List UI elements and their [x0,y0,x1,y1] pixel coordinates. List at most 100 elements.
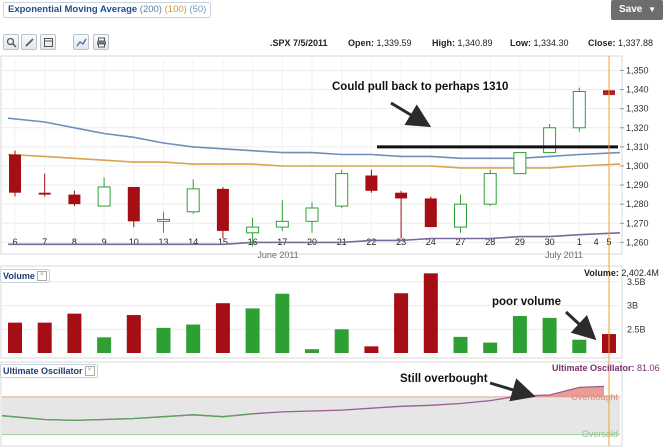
ema-line-1 [7,153,621,169]
price-y-tick-label: 1,340 [626,85,649,95]
price-x-tick-label: 9 [102,237,107,247]
candle-body [603,90,615,94]
price-x-tick-label: 4 [594,237,599,247]
candle-body [335,173,349,207]
ema-indicator-label: Exponential Moving Average [8,4,138,15]
price-y-tick-label: 1,280 [626,199,649,209]
overbought-fill [500,386,604,397]
volume-panel-frame [0,265,623,359]
price-y-tick-label: 1,300 [626,161,649,171]
ema-indicator-tab[interactable]: Exponential Moving Average (200) (100) (… [3,2,212,18]
price-x-tick-label: 21 [337,237,347,247]
candle-body [572,90,586,129]
price-y-tick-label: 1,260 [626,237,649,247]
chart-type-button[interactable] [73,34,89,50]
zoom-button[interactable] [3,34,19,50]
close-icon[interactable]: × [84,366,95,376]
price-x-tick-label: 13 [158,237,168,247]
volume-bar [483,342,498,353]
volume-bar [97,337,112,353]
price-x-tick-label: 29 [515,237,525,247]
volume-bar [8,322,22,353]
price-x-tick-label: 30 [545,237,555,247]
fullscreen-button[interactable] [40,34,56,50]
month-label-july: July 2011 [545,250,583,260]
oversold-label: Oversold [582,429,618,439]
price-y-tick-label: 1,310 [626,142,649,152]
price-x-tick-label: 5 [606,237,611,247]
open-quote: Open: 1,339.59 [348,38,412,48]
annotation-arrow-oscillator [489,378,536,402]
candle-body [395,192,408,199]
ema-line-0 [7,117,621,160]
symbol-date: .SPX 7/5/2011 [270,38,328,48]
ultimate-oscillator-line [1,385,605,422]
volume-y-tick-label: 3B [627,301,638,311]
volume-bar [67,313,82,353]
pencil-icon [25,38,34,47]
top-bar: Exponential Moving Average (200) (100) (… [0,0,666,28]
oscillator-panel-label[interactable]: Ultimate Oscillator × [0,364,98,378]
annotation-pullback: Could pull back to perhaps 1310 [332,81,508,93]
candle-body [454,203,467,228]
price-x-tick-label: 10 [129,237,139,247]
neutral-band [2,396,620,435]
price-x-tick-label: 23 [396,237,406,247]
candle-body [9,154,21,193]
overbought-label: Overbought [571,392,619,402]
candle-body [97,186,111,207]
candle-body [275,220,289,228]
volume-bar [156,327,171,353]
volume-bar [602,334,616,353]
draw-line-button[interactable] [21,34,37,50]
candle-body [543,127,557,154]
volume-bar [423,273,438,353]
candle-body [513,152,527,175]
price-x-tick-label: 27 [455,237,465,247]
ema-line-2 [8,232,621,246]
price-x-tick-label: 1 [577,237,582,247]
price-x-tick-label: 8 [72,237,77,247]
save-button[interactable]: Save ▼ [611,0,663,20]
candle-body [68,194,81,205]
volume-bar [275,293,290,353]
close-quote: Close: 1,337.88 [588,38,654,48]
volume-bar [572,339,587,353]
price-x-tick-label: 7 [42,237,47,247]
price-x-tick-label: 17 [277,237,287,247]
ema-period-100: (100) [164,4,187,15]
print-button[interactable] [93,34,109,50]
annotation-still-overbought: Still overbought [400,373,488,385]
price-x-tick-label: 6 [12,237,17,247]
ema-period-200: (200) [139,4,162,15]
volume-readout: Volume: 2,402.4M [584,268,659,278]
volume-y-tick-label: 2.5B [627,324,646,334]
volume-panel-label[interactable]: Volume × [0,269,50,283]
volume-bar [245,308,260,353]
volume-bar [334,329,349,353]
price-x-tick-label: 20 [307,237,317,247]
candle-body [127,186,140,222]
price-x-tick-label: 16 [248,237,258,247]
volume-bar [512,316,527,353]
price-panel-frame [0,55,623,255]
close-icon[interactable]: × [36,271,47,281]
candle-body [483,173,497,205]
annotation-poor-volume: poor volume [492,296,561,308]
candle-body [424,198,437,228]
price-y-tick-label: 1,290 [626,180,649,190]
printer-icon [97,37,106,48]
price-y-tick-label: 1,270 [626,218,649,228]
annotation-arrow-volume [564,310,597,341]
candle-body [305,207,319,222]
candle-body [216,188,229,231]
save-button-label: Save [619,4,643,15]
price-x-tick-label: 24 [426,237,436,247]
candle-body [157,218,170,222]
volume-bar [186,324,201,353]
volume-bar [364,346,379,353]
zoom-icon [6,37,17,48]
volume-bar [215,303,230,353]
volume-bar [126,315,141,353]
candle-body [365,175,378,191]
